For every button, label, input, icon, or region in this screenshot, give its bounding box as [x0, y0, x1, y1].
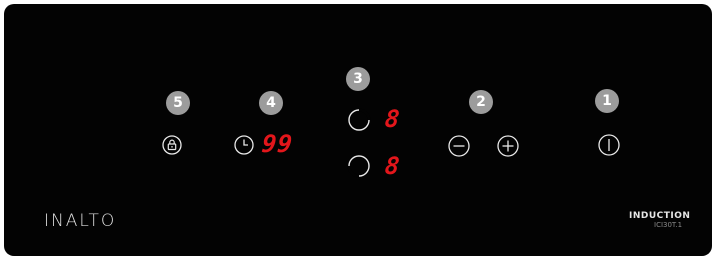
badge-2: 2 [469, 90, 493, 114]
badge-4: 4 [259, 91, 283, 115]
minus-icon[interactable] [448, 135, 470, 157]
zone-top-display: 8 [383, 105, 402, 133]
model-code: ICI30T.1 [654, 221, 683, 229]
cooktop-control-panel: 5 4 3 2 1 99 8 8 INALTO INDUCTION ICI30T… [4, 4, 712, 256]
model-name: INDUCTION [629, 211, 691, 221]
badge-1: 1 [595, 89, 619, 113]
timer-icon[interactable] [234, 135, 254, 155]
plus-icon[interactable] [497, 135, 519, 157]
zone-top-icon[interactable] [347, 108, 371, 132]
power-icon[interactable] [598, 134, 620, 156]
brand-logo: INALTO [44, 211, 117, 231]
badge-3: 3 [346, 67, 370, 91]
badge-5: 5 [166, 91, 190, 115]
lock-icon[interactable] [162, 135, 182, 155]
zone-bottom-icon[interactable] [347, 154, 371, 178]
zone-bottom-display: 8 [383, 152, 402, 180]
timer-display: 99 [260, 130, 295, 158]
